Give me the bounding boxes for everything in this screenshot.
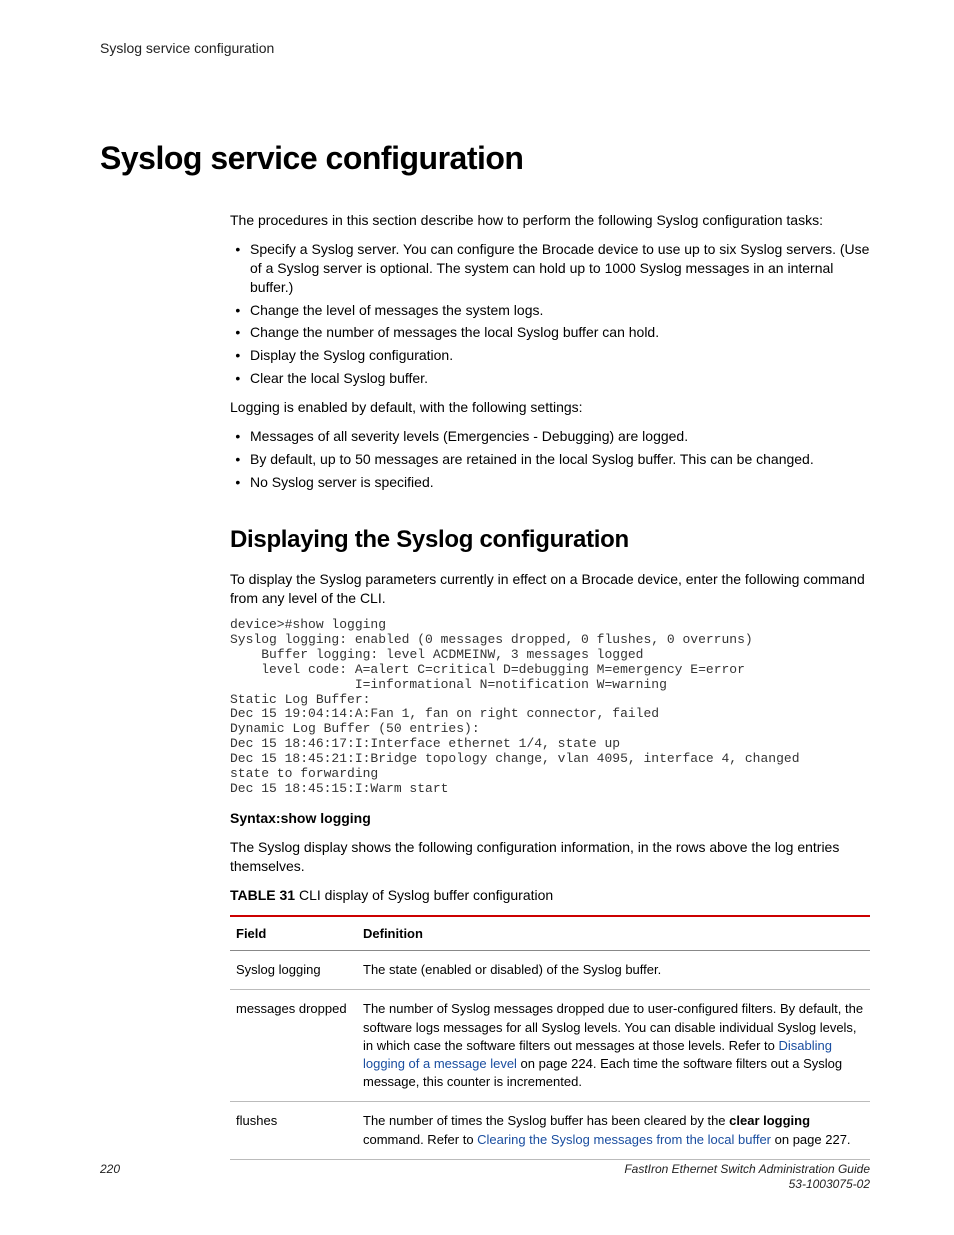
intro-paragraph: The procedures in this section describe …	[230, 211, 870, 230]
table-cell-field: flushes	[230, 1102, 357, 1159]
list-item: Clear the local Syslog buffer.	[248, 369, 870, 388]
doc-title: FastIron Ethernet Switch Administration …	[624, 1162, 870, 1176]
doc-number: 53-1003075-02	[789, 1177, 870, 1191]
table-cell-definition: The number of times the Syslog buffer ha…	[357, 1102, 870, 1159]
page-footer: 220 FastIron Ethernet Switch Administrat…	[100, 1162, 870, 1193]
list-item: Messages of all severity levels (Emergen…	[248, 427, 870, 446]
syntax-command: show logging	[281, 810, 371, 826]
running-header: Syslog service configuration	[100, 40, 274, 56]
display-intro: To display the Syslog parameters current…	[230, 570, 870, 608]
command-name: clear logging	[729, 1113, 810, 1128]
table-cell-field: Syslog logging	[230, 951, 357, 990]
page-number: 220	[100, 1162, 120, 1176]
defaults-lead: Logging is enabled by default, with the …	[230, 398, 870, 417]
section-title: Displaying the Syslog configuration	[230, 524, 870, 556]
page-title: Syslog service configuration	[100, 140, 870, 177]
table-cell-definition: The state (enabled or disabled) of the S…	[357, 951, 870, 990]
table-cell-definition: The number of Syslog messages dropped du…	[357, 990, 870, 1102]
def-text: The number of times the Syslog buffer ha…	[363, 1113, 729, 1128]
link-clearing-syslog[interactable]: Clearing the Syslog messages from the lo…	[477, 1132, 771, 1147]
main-content: Syslog service configuration The procedu…	[100, 140, 870, 1160]
table-row: messages dropped The number of Syslog me…	[230, 990, 870, 1102]
syntax-line: Syntax:show logging	[230, 809, 870, 828]
after-syntax-paragraph: The Syslog display shows the following c…	[230, 838, 870, 876]
syntax-label: Syntax:	[230, 810, 281, 826]
defaults-list: Messages of all severity levels (Emergen…	[230, 427, 870, 492]
table-row: Syslog logging The state (enabled or dis…	[230, 951, 870, 990]
list-item: Change the number of messages the local …	[248, 323, 870, 342]
table-caption-text: CLI display of Syslog buffer configurati…	[299, 887, 553, 903]
def-text: on page 227.	[771, 1132, 851, 1147]
code-block: device>#show logging Syslog logging: ena…	[230, 618, 870, 797]
list-item: Change the level of messages the system …	[248, 301, 870, 320]
table-label: TABLE 31	[230, 887, 299, 903]
table-caption: TABLE 31 CLI display of Syslog buffer co…	[230, 886, 870, 905]
list-item: No Syslog server is specified.	[248, 473, 870, 492]
list-item: By default, up to 50 messages are retain…	[248, 450, 870, 469]
list-item: Specify a Syslog server. You can configu…	[248, 240, 870, 297]
list-item: Display the Syslog configuration.	[248, 346, 870, 365]
def-text: command. Refer to	[363, 1132, 477, 1147]
table-header-definition: Definition	[357, 916, 870, 951]
table-header-field: Field	[230, 916, 357, 951]
tasks-list: Specify a Syslog server. You can configu…	[230, 240, 870, 388]
syslog-config-table: Field Definition Syslog logging The stat…	[230, 915, 870, 1160]
table-row: flushes The number of times the Syslog b…	[230, 1102, 870, 1159]
table-cell-field: messages dropped	[230, 990, 357, 1102]
